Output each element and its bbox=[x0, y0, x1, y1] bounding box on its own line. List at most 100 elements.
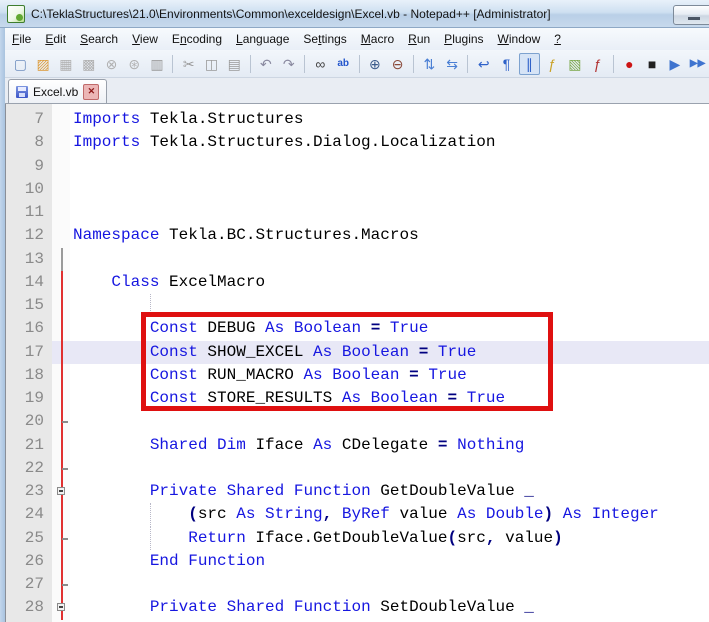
code-keyword: Double bbox=[485, 505, 544, 524]
code-operator: ) bbox=[543, 505, 554, 524]
code-text: Tekla.BC.Structures.Macros bbox=[159, 226, 419, 245]
minimize-icon bbox=[688, 16, 700, 20]
cut-icon[interactable]: ✂ bbox=[178, 53, 199, 75]
code-operator: ( bbox=[447, 528, 458, 547]
title-bar: C:\TeklaStructures\21.0\Environments\Com… bbox=[0, 0, 709, 28]
code-line: 13 bbox=[6, 247, 709, 272]
menu-plugins[interactable]: Plugins bbox=[437, 30, 490, 48]
macro-stop-icon[interactable]: ■ bbox=[642, 53, 663, 75]
fold-margin-cell bbox=[52, 503, 70, 527]
code-keyword: Imports bbox=[73, 110, 141, 128]
menu-settings[interactable]: Settings bbox=[296, 30, 353, 48]
fold-margin-cell bbox=[52, 317, 70, 341]
menu-help[interactable]: ? bbox=[547, 30, 568, 48]
fold-margin-cell bbox=[52, 410, 70, 434]
document-map-icon[interactable]: ▧ bbox=[564, 53, 585, 75]
close-all-icon[interactable]: ⊛ bbox=[124, 53, 145, 75]
menu-encoding[interactable]: Encoding bbox=[165, 30, 229, 48]
macro-record-icon[interactable]: ● bbox=[619, 53, 640, 75]
menu-file[interactable]: File bbox=[5, 30, 38, 48]
menu-language[interactable]: Language bbox=[229, 30, 296, 48]
code-line-text[interactable]: End Function bbox=[70, 550, 709, 573]
menu-view[interactable]: View bbox=[125, 30, 165, 48]
menu-macro[interactable]: Macro bbox=[354, 30, 401, 48]
code-operator: , bbox=[322, 505, 333, 524]
code-line-text[interactable] bbox=[70, 457, 709, 480]
code-keyword: Shared bbox=[226, 482, 285, 500]
fold-collapse-icon[interactable] bbox=[57, 603, 65, 612]
code-keyword: Function bbox=[293, 482, 371, 500]
code-line-text[interactable]: Imports Tekla.Structures.Dialog.Localiza… bbox=[70, 131, 709, 154]
new-file-icon[interactable]: ▢ bbox=[10, 53, 31, 75]
tab-excel-vb[interactable]: Excel.vb ✕ bbox=[8, 79, 108, 103]
redo-icon[interactable]: ↷ bbox=[278, 53, 299, 75]
open-file-icon[interactable]: ▨ bbox=[33, 53, 54, 75]
code-keyword: Dim bbox=[217, 435, 246, 454]
code-line-text[interactable] bbox=[70, 178, 709, 201]
zoom-out-icon[interactable]: ⊖ bbox=[387, 53, 408, 75]
code-text: src bbox=[197, 505, 237, 524]
code-keyword: Class bbox=[111, 272, 160, 291]
menu-run[interactable]: Run bbox=[401, 30, 437, 48]
menu-search[interactable]: Search bbox=[73, 30, 125, 48]
code-line-text[interactable]: Namespace Tekla.BC.Structures.Macros bbox=[70, 224, 709, 247]
code-line-text[interactable] bbox=[70, 248, 709, 271]
code-line-text[interactable] bbox=[70, 573, 709, 596]
macro-play-icon[interactable]: ▶ bbox=[664, 53, 685, 75]
save-icon[interactable]: ▦ bbox=[56, 53, 77, 75]
code-keyword: ByRef bbox=[341, 505, 390, 524]
fold-collapse-icon[interactable] bbox=[57, 487, 65, 495]
minimize-button[interactable] bbox=[673, 5, 709, 25]
code-line-text[interactable] bbox=[70, 155, 709, 178]
toolbar-separator bbox=[413, 54, 414, 73]
tab-close-icon[interactable]: ✕ bbox=[83, 83, 100, 100]
menu-window[interactable]: Window bbox=[491, 30, 548, 48]
fold-tick bbox=[62, 467, 68, 470]
code-line-text[interactable]: Class ExcelMacro bbox=[70, 271, 709, 294]
sync-horizontal-scroll-icon[interactable]: ⇆ bbox=[442, 53, 463, 75]
code-line-text[interactable]: Private Shared Function SetDoubleValue _ bbox=[70, 596, 709, 619]
code-line-text[interactable]: Return Iface.GetDoubleValue(src, value) bbox=[70, 526, 709, 550]
line-number: 11 bbox=[24, 203, 44, 221]
code-keyword: Shared bbox=[226, 598, 285, 617]
paste-icon[interactable]: ▤ bbox=[224, 53, 245, 75]
line-number: 14 bbox=[24, 272, 44, 291]
zoom-in-icon[interactable]: ⊕ bbox=[364, 53, 385, 75]
function-list-icon[interactable]: ƒ bbox=[587, 53, 608, 75]
indent-guide-icon[interactable]: ∥ bbox=[518, 52, 540, 75]
code-line: 11 bbox=[6, 201, 709, 224]
code-keyword: As bbox=[313, 435, 333, 454]
close-file-icon[interactable]: ⊗ bbox=[101, 53, 122, 75]
code-line-text[interactable] bbox=[70, 201, 709, 224]
code-keyword: Nothing bbox=[457, 435, 525, 454]
code-editor[interactable]: 7 Imports Tekla.Structures 8 Imports Tekla.… bbox=[5, 104, 709, 622]
code-keyword: Private bbox=[149, 482, 218, 500]
show-all-characters-icon[interactable]: ¶ bbox=[496, 53, 517, 75]
code-line-text[interactable]: Imports Tekla.Structures bbox=[70, 108, 709, 131]
notepad-plus-plus-app-icon bbox=[7, 4, 25, 23]
copy-icon[interactable]: ◫ bbox=[201, 53, 222, 75]
save-all-icon[interactable]: ▩ bbox=[78, 53, 99, 75]
line-number: 16 bbox=[24, 319, 44, 338]
replace-icon[interactable]: ab bbox=[333, 53, 354, 75]
code-line-text[interactable] bbox=[70, 410, 709, 433]
line-number: 21 bbox=[24, 435, 44, 454]
print-icon[interactable]: ▥ bbox=[147, 53, 168, 75]
find-icon[interactable]: ∞ bbox=[310, 53, 331, 75]
function-calltip-icon[interactable]: ƒ bbox=[542, 53, 563, 75]
code-line-text[interactable]: (src As String, ByRef value As Double) A… bbox=[70, 503, 709, 527]
macro-run-multiple-icon[interactable]: ▶▶ bbox=[687, 53, 708, 75]
word-wrap-icon[interactable]: ↩ bbox=[473, 53, 494, 75]
undo-icon[interactable]: ↶ bbox=[256, 53, 277, 75]
code-line-text[interactable]: Shared Dim Iface As CDelegate = Nothing bbox=[70, 434, 709, 457]
sync-vertical-scroll-icon[interactable]: ⇅ bbox=[419, 53, 440, 75]
code-keyword: End bbox=[149, 551, 179, 570]
code-text: SetDoubleValue bbox=[370, 598, 525, 617]
code-operator: _ bbox=[524, 598, 534, 617]
line-number: 24 bbox=[24, 505, 44, 524]
code-line-text[interactable]: Private Shared Function GetDoubleValue _ bbox=[70, 480, 709, 503]
menu-edit[interactable]: Edit bbox=[38, 30, 73, 48]
